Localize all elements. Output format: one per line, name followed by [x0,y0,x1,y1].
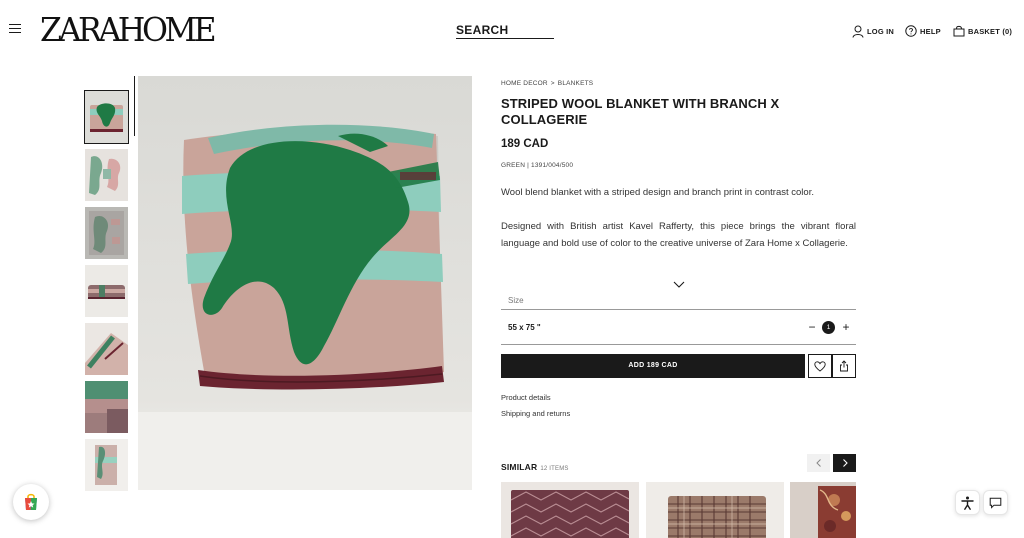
main-product-image[interactable] [138,76,472,490]
size-value: 55 x 75 " [508,323,541,332]
chat-icon [989,497,1002,509]
hamburger-menu-icon[interactable] [9,24,21,34]
login-label: LOG IN [867,26,895,36]
expand-description-chevron-icon[interactable] [672,276,686,288]
similar-count: 12 ITEMS [540,466,569,472]
thumb-pattern-detail[interactable] [85,149,128,201]
thumb-draped-blanket[interactable] [85,439,128,491]
accessibility-icon [961,496,974,510]
breadcrumb-blankets[interactable]: BLANKETS [558,80,594,87]
breadcrumb-separator: > [550,80,555,87]
quantity-value: 1 [822,321,835,334]
thumb-texture-detail[interactable] [85,381,128,433]
thumb-corner-detail[interactable] [85,323,128,375]
search-input[interactable]: SEARCH [456,23,554,39]
size-label: Size [508,296,524,305]
similar-title: SIMILAR [501,462,538,472]
carousel-prev-button[interactable] [807,454,830,472]
breadcrumb: HOME DECOR > BLANKETS [501,80,593,87]
size-selector[interactable]: 55 x 75 " − 1 + [501,309,856,345]
zara-home-logo[interactable]: ZARAHOME [40,13,217,47]
quantity-decrease-button[interactable]: − [806,320,818,334]
shopping-bag-star-icon [25,493,37,510]
product-details-link[interactable]: Product details [501,393,551,402]
help-icon [905,25,917,37]
login-link[interactable]: LOG IN [852,23,894,39]
shipping-returns-link[interactable]: Shipping and returns [501,409,570,418]
site-header: ZARAHOME SEARCH LOG IN HELP BASKET (0) [0,0,1024,62]
similar-product-card[interactable] [790,482,856,538]
heart-icon [814,360,826,372]
share-button[interactable] [832,354,856,378]
user-icon [852,25,864,38]
basket-icon [953,25,965,37]
wishlist-button[interactable] [808,354,832,378]
similar-heading: SIMILAR 12 ITEMS [501,462,569,472]
product-description-long: Designed with British artist Kavel Raffe… [501,221,856,249]
breadcrumb-home-decor[interactable]: HOME DECOR [501,80,548,87]
product-reference: GREEN | 1391/004/500 [501,162,574,169]
share-icon [840,360,848,372]
chat-button[interactable] [983,490,1008,515]
shopping-assistant-button[interactable] [13,484,49,520]
thumbnail-scroll-indicator [134,76,135,136]
help-label: HELP [920,26,941,36]
basket-link[interactable]: BASKET (0) [953,23,1012,39]
product-description-short: Wool blend blanket with a striped design… [501,187,814,198]
product-price: 189 CAD [501,138,549,150]
chevron-right-icon [842,459,848,467]
add-to-basket-button[interactable]: ADD 189 CAD [501,354,805,378]
similar-product-card[interactable] [646,482,784,538]
chevron-left-icon [815,459,821,467]
thumb-full-blanket[interactable] [85,207,128,259]
accessibility-button[interactable] [955,490,980,515]
quantity-increase-button[interactable]: + [840,320,852,334]
similar-product-card[interactable] [501,482,639,538]
thumb-rolled-blanket[interactable] [85,265,128,317]
help-link[interactable]: HELP [905,23,941,39]
basket-label: BASKET (0) [968,26,1013,36]
carousel-next-button[interactable] [833,454,856,472]
product-title: STRIPED WOOL BLANKET WITH BRANCH X COLLA… [501,96,780,127]
thumb-folded-blanket[interactable] [84,90,129,144]
